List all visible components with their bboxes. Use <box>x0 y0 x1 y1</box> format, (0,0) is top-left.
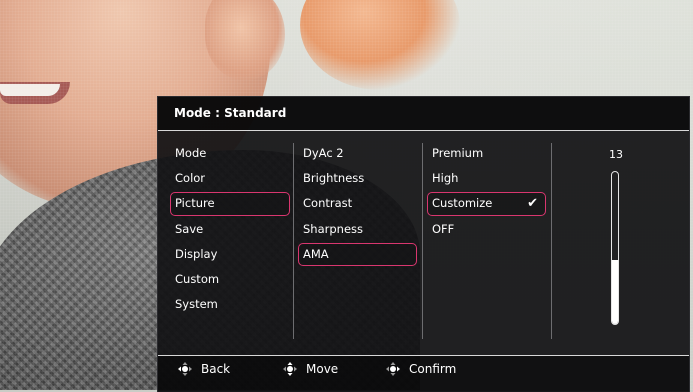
option-label: Premium <box>432 146 484 160</box>
main-menu-item-custom[interactable]: Custom <box>173 267 290 292</box>
main-menu-item-label: Mode <box>175 146 207 160</box>
main-menu-item-label: Color <box>175 171 206 186</box>
main-menu-item-label: Picture <box>175 196 215 211</box>
level-value: 13 <box>609 148 623 161</box>
option-label: OFF <box>432 221 455 236</box>
option-label: Customize <box>432 196 493 211</box>
submenu-item-label: AMA <box>303 246 329 261</box>
submenu-item-label: Contrast <box>303 196 353 211</box>
ama-options-column: Premium High Customize ✔ OFF <box>427 141 546 242</box>
joystick-updown-icon <box>283 362 297 376</box>
osd-menu-panel: Mode : Standard Mode Color Picture Save … <box>157 96 690 392</box>
submenu-item-label: Sharpness <box>303 221 364 236</box>
submenu-item-sharpness[interactable]: Sharpness <box>301 217 417 242</box>
osd-header: Mode : Standard <box>158 97 689 131</box>
main-menu-item-display[interactable]: Display <box>173 242 290 267</box>
main-menu-item-label: Display <box>175 246 218 261</box>
joystick-left-icon <box>178 362 192 376</box>
submenu-item-dyac[interactable]: DyAc 2 <box>301 141 417 166</box>
submenu-item-label: Brightness <box>303 171 365 186</box>
main-menu-item-label: Save <box>175 221 204 236</box>
picture-submenu-column: DyAc 2 Brightness Contrast Sharpness AMA <box>298 141 417 267</box>
option-premium[interactable]: Premium <box>430 141 546 166</box>
option-off[interactable]: OFF <box>430 217 546 242</box>
submenu-item-label: DyAc 2 <box>303 146 344 160</box>
option-label: High <box>432 171 459 186</box>
main-menu-item-label: Custom <box>175 271 220 286</box>
back-hint[interactable]: Back <box>178 351 230 387</box>
main-menu-column: Mode Color Picture Save Display Custom S… <box>170 141 290 317</box>
submenu-item-ama[interactable]: AMA <box>298 242 417 267</box>
back-label: Back <box>201 362 231 376</box>
submenu-item-brightness[interactable]: Brightness <box>301 166 417 191</box>
joystick-press-icon <box>386 362 400 376</box>
main-menu-item-mode[interactable]: Mode <box>173 141 290 166</box>
column-divider <box>551 143 552 339</box>
main-menu-item-save[interactable]: Save <box>173 217 290 242</box>
confirm-hint[interactable]: Confirm <box>386 351 456 387</box>
column-divider <box>293 143 294 339</box>
confirm-label: Confirm <box>409 362 457 376</box>
column-divider <box>422 143 423 339</box>
move-label: Move <box>306 362 339 376</box>
main-menu-item-system[interactable]: System <box>173 292 290 317</box>
main-menu-item-picture[interactable]: Picture <box>170 191 290 216</box>
check-icon: ✔ <box>527 196 538 212</box>
move-hint[interactable]: Move <box>283 351 338 387</box>
main-menu-item-color[interactable]: Color <box>173 166 290 191</box>
osd-title: Mode : Standard <box>174 106 287 120</box>
level-slider[interactable] <box>611 171 619 325</box>
option-customize[interactable]: Customize ✔ <box>427 191 546 216</box>
level-slider-fill <box>612 260 618 324</box>
main-menu-item-label: System <box>175 297 218 312</box>
submenu-item-contrast[interactable]: Contrast <box>301 191 417 216</box>
option-high[interactable]: High <box>430 166 546 191</box>
osd-footer: Back Move Confirm <box>158 355 689 392</box>
